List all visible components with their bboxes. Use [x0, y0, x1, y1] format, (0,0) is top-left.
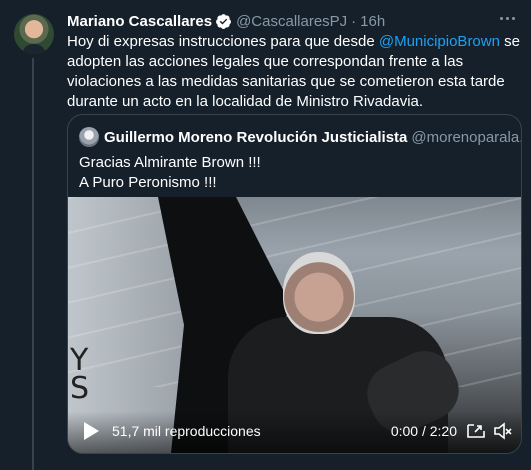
- picture-in-picture-icon[interactable]: [465, 421, 487, 441]
- mute-icon[interactable]: [493, 421, 513, 441]
- tweet-header: Mariano Cascallares @CascallaresPJ · 16h: [67, 11, 385, 31]
- video-player[interactable]: Y S 51,7 mil reproducciones 0:00 / 2:20: [68, 197, 521, 453]
- author-handle[interactable]: @CascallaresPJ: [236, 13, 347, 30]
- thread-line: [32, 58, 34, 470]
- tweet-text-part1: Hoy di expresas instrucciones para que d…: [67, 33, 379, 50]
- quoted-author-handle: @morenoparala...: [411, 128, 522, 146]
- play-icon[interactable]: [82, 421, 100, 441]
- quoted-text-line1: Gracias Almirante Brown !!!: [79, 154, 261, 171]
- video-timecode: 0:00 / 2:20: [390, 423, 457, 439]
- tweet[interactable]: Mariano Cascallares @CascallaresPJ · 16h…: [0, 0, 531, 470]
- author-name[interactable]: Mariano Cascallares: [67, 13, 212, 30]
- more-options-icon[interactable]: [495, 8, 519, 28]
- view-count: 51,7 mil reproducciones: [112, 423, 261, 439]
- video-controls: 51,7 mil reproducciones 0:00 / 2:20: [68, 411, 521, 453]
- mention-link[interactable]: @MunicipioBrown: [379, 33, 500, 50]
- video-frame-person-head: [283, 252, 355, 334]
- quoted-author-name: Guillermo Moreno Revolución Justicialist…: [104, 128, 408, 146]
- tweet-text: Hoy di expresas instrucciones para que d…: [67, 32, 523, 112]
- quoted-tweet-header: Guillermo Moreno Revolución Justicialist…: [79, 127, 522, 147]
- verified-badge-icon: [216, 13, 232, 29]
- separator-dot: ·: [351, 12, 357, 30]
- quoted-text-line2: A Puro Peronismo !!!: [79, 174, 217, 191]
- quoted-tweet[interactable]: Guillermo Moreno Revolución Justicialist…: [67, 114, 522, 454]
- video-frame-wall-marks: Y S: [70, 343, 90, 406]
- quoted-tweet-text: Gracias Almirante Brown !!! A Puro Peron…: [79, 153, 261, 193]
- quoted-author-avatar: [79, 127, 99, 147]
- author-avatar[interactable]: [14, 14, 54, 54]
- tweet-timestamp[interactable]: 16h: [360, 13, 385, 30]
